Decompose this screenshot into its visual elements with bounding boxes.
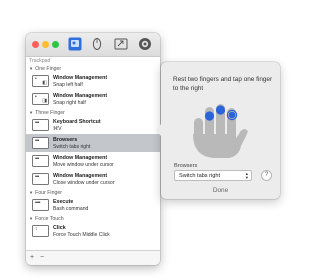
gesture-row[interactable]: • ◨ Window Management Snap right half <box>26 90 160 108</box>
add-button[interactable]: + <box>30 254 34 261</box>
keyboard-tab-icon[interactable] <box>114 37 128 51</box>
command-select-value: Switch tabs right <box>179 172 221 179</box>
trackpad-tab-icon[interactable] <box>68 37 82 51</box>
list-bottom-bar: + − <box>26 250 160 265</box>
close-button[interactable] <box>32 41 39 48</box>
hand-gesture-icon <box>193 104 248 158</box>
gesture-list: Trackpad ▼ One Finger • ◧ Window Managemen… <box>26 57 160 250</box>
remove-button[interactable]: − <box>40 254 44 261</box>
one-finger-gesture-icon: • ◧ <box>32 75 49 87</box>
gesture-instruction: Rest two fingers and tap one finger to t… <box>173 76 273 92</box>
settings-tab-icon[interactable] <box>138 37 152 51</box>
gesture-row[interactable]: ↕ Click Force Touch Middle Click <box>26 222 160 240</box>
force-touch-icon: ↕ <box>32 225 49 237</box>
gesture-detail-popover: Rest two fingers and tap one finger to t… <box>156 62 280 199</box>
gesture-row[interactable]: •••• Execute Bash command <box>26 196 160 214</box>
three-finger-gesture-icon: ••• <box>32 137 49 149</box>
done-button[interactable]: Done <box>161 187 280 194</box>
three-finger-gesture-icon: ••• <box>32 119 49 131</box>
disclosure-triangle-icon: ▼ <box>29 66 34 71</box>
section-header-trackpad: Trackpad <box>29 58 51 64</box>
app-window: Trackpad ▼ One Finger • ◧ Window Managemen… <box>26 33 160 265</box>
one-finger-gesture-icon: • ◨ <box>32 93 49 105</box>
gesture-row[interactable]: ••• Keyboard Shortcut ⌘V <box>26 116 160 134</box>
help-button[interactable]: ? <box>261 170 272 181</box>
command-label: Browsers <box>174 163 198 169</box>
disclosure-triangle-icon: ▼ <box>29 190 34 195</box>
three-finger-gesture-icon: ••• <box>32 173 49 185</box>
disclosure-triangle-icon: ▼ <box>29 216 34 221</box>
command-select[interactable]: Switch tabs right ▴ ▾ <box>174 170 252 181</box>
disclosure-triangle-icon: ▼ <box>29 110 34 115</box>
minimize-button[interactable] <box>42 41 49 48</box>
three-finger-gesture-icon: ••• <box>32 155 49 167</box>
zoom-button[interactable] <box>52 41 59 48</box>
magic-mouse-tab-icon[interactable] <box>90 37 104 51</box>
title-bar <box>26 33 160 57</box>
popover-arrow <box>156 124 161 136</box>
chevron-updown-icon: ▴ ▾ <box>245 171 248 180</box>
four-finger-gesture-icon: •••• <box>32 199 49 211</box>
gesture-row[interactable]: • ◧ Window Management Snap left half <box>26 72 160 90</box>
gesture-row-selected[interactable]: ••• Browsers Switch tabs right <box>26 134 160 152</box>
gesture-row[interactable]: ••• Window Management Move window under … <box>26 152 160 170</box>
gesture-row[interactable]: ••• Window Management Close window under… <box>26 170 160 188</box>
